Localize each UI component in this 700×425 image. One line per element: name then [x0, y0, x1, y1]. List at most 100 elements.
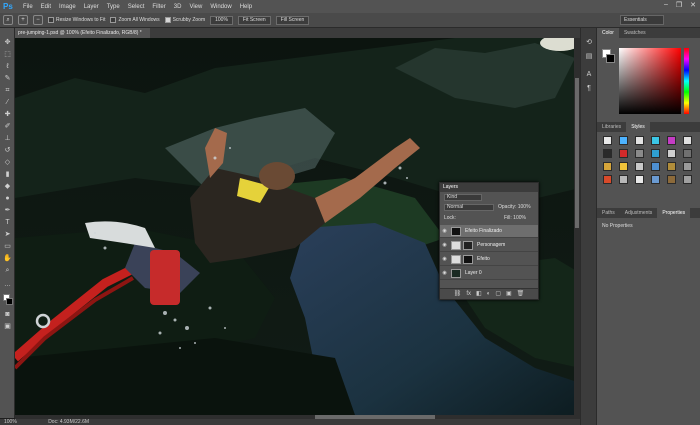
style-swatch[interactable]: [619, 136, 628, 145]
scroll-thumb[interactable]: [575, 78, 579, 228]
tab-color[interactable]: Color: [597, 28, 619, 38]
layer-row-efeito-finalizado[interactable]: ◉ Efeito Finalizado: [440, 225, 538, 238]
style-swatch[interactable]: [635, 149, 644, 158]
background-color-swatch[interactable]: [6, 298, 13, 305]
workspace-select[interactable]: Essentials: [620, 15, 664, 25]
link-layers-icon[interactable]: ⛓: [454, 289, 462, 299]
history-panel-icon[interactable]: ⟲: [584, 38, 594, 48]
eye-icon[interactable]: ◉: [440, 228, 449, 234]
background-color-swatch[interactable]: [606, 54, 615, 63]
more-tools-icon[interactable]: …: [3, 280, 12, 289]
zoom-tool-icon[interactable]: ⌕: [3, 266, 12, 275]
color-picker-field[interactable]: [619, 48, 681, 114]
tab-paths[interactable]: Paths: [597, 208, 620, 218]
layer-row-efeito[interactable]: ◉ Efeito: [440, 253, 538, 266]
style-swatch[interactable]: [651, 162, 660, 171]
menu-filter[interactable]: Filter: [152, 4, 165, 10]
style-swatch[interactable]: [651, 175, 660, 184]
menu-image[interactable]: Image: [59, 4, 76, 10]
marquee-tool-icon[interactable]: ⬚: [3, 50, 12, 59]
hand-tool-icon[interactable]: ✋: [3, 254, 12, 263]
fill-control[interactable]: Fill: 100%: [504, 214, 526, 223]
rectangle-tool-icon[interactable]: ▭: [3, 242, 12, 251]
style-swatch[interactable]: [651, 149, 660, 158]
style-swatch[interactable]: [683, 175, 692, 184]
character-panel-icon[interactable]: A: [584, 70, 594, 80]
style-swatch[interactable]: [603, 149, 612, 158]
checkbox-box[interactable]: [164, 17, 171, 23]
path-selection-tool-icon[interactable]: ➤: [3, 230, 12, 239]
style-swatch[interactable]: [635, 136, 644, 145]
fit-screen-button[interactable]: Fit Screen: [237, 15, 271, 25]
style-swatch[interactable]: [619, 149, 628, 158]
layer-row-personagem[interactable]: ◉ Personagem: [440, 239, 538, 252]
adjustment-layer-icon[interactable]: ◐: [487, 289, 491, 299]
clone-stamp-tool-icon[interactable]: ⊥: [3, 134, 12, 143]
type-tool-icon[interactable]: T: [3, 218, 12, 227]
style-swatch[interactable]: [667, 175, 676, 184]
document-tab[interactable]: pre-jumping-1.psd @ 100% (Efeito Finaliz…: [15, 28, 150, 38]
hue-slider[interactable]: [684, 48, 689, 114]
layer-style-icon[interactable]: fx: [466, 289, 471, 299]
eye-icon[interactable]: ◉: [440, 270, 449, 276]
style-swatch[interactable]: [683, 136, 692, 145]
eyedropper-tool-icon[interactable]: ⁄: [3, 98, 12, 107]
style-swatch[interactable]: [667, 136, 676, 145]
menu-help[interactable]: Help: [240, 4, 252, 10]
close-icon[interactable]: ✕: [690, 1, 696, 9]
style-swatch[interactable]: [635, 175, 644, 184]
paragraph-panel-icon[interactable]: ¶: [584, 84, 594, 94]
style-swatch[interactable]: [667, 162, 676, 171]
restore-icon[interactable]: ❐: [676, 1, 682, 9]
tab-swatches[interactable]: Swatches: [619, 28, 651, 38]
history-brush-tool-icon[interactable]: ↺: [3, 146, 12, 155]
checkbox-box[interactable]: [48, 17, 54, 23]
menu-layer[interactable]: Layer: [84, 4, 99, 10]
minimize-icon[interactable]: –: [664, 1, 668, 9]
style-swatch[interactable]: [603, 175, 612, 184]
new-group-icon[interactable]: ▢: [495, 289, 501, 299]
healing-brush-tool-icon[interactable]: ✚: [3, 110, 12, 119]
menu-select[interactable]: Select: [128, 4, 145, 10]
style-swatch[interactable]: [683, 162, 692, 171]
screen-mode-icon[interactable]: ▣: [3, 322, 12, 331]
style-swatch[interactable]: [619, 175, 628, 184]
tab-libraries[interactable]: Libraries: [597, 122, 626, 132]
gradient-tool-icon[interactable]: ▮: [3, 170, 12, 179]
opacity-value[interactable]: 100%: [518, 204, 531, 210]
style-swatch[interactable]: [635, 162, 644, 171]
menu-type[interactable]: Type: [107, 4, 120, 10]
quick-select-tool-icon[interactable]: ✎: [3, 74, 12, 83]
new-layer-icon[interactable]: ▣: [506, 289, 512, 299]
crop-tool-icon[interactable]: ⌗: [3, 86, 12, 95]
zoom-in-icon[interactable]: +: [18, 15, 28, 25]
tab-properties[interactable]: Properties: [657, 208, 691, 218]
style-swatch[interactable]: [603, 162, 612, 171]
fill-value[interactable]: 100%: [513, 215, 526, 221]
style-swatch[interactable]: [667, 149, 676, 158]
style-swatch[interactable]: [683, 149, 692, 158]
menu-view[interactable]: View: [189, 4, 202, 10]
menu-window[interactable]: Window: [210, 4, 231, 10]
style-swatch[interactable]: [603, 136, 612, 145]
move-tool-icon[interactable]: ✥: [3, 38, 12, 47]
brush-tool-icon[interactable]: ✐: [3, 122, 12, 131]
tab-adjustments[interactable]: Adjustments: [620, 208, 658, 218]
checkbox-box[interactable]: [110, 17, 117, 23]
style-swatch[interactable]: [619, 162, 628, 171]
menu-file[interactable]: File: [23, 4, 33, 10]
eye-icon[interactable]: ◉: [440, 242, 449, 248]
resize-windows-checkbox[interactable]: Resize Windows to Fit: [48, 17, 105, 23]
blend-mode-select[interactable]: Normal: [444, 204, 494, 211]
zoom-100-button[interactable]: 100%: [210, 15, 233, 25]
quick-mask-icon[interactable]: ◙: [3, 310, 12, 319]
pen-tool-icon[interactable]: ✒: [3, 206, 12, 215]
menu-3d[interactable]: 3D: [174, 4, 182, 10]
layer-filter-select[interactable]: Kind: [444, 194, 482, 201]
zoom-tool-icon[interactable]: ⌕: [3, 15, 13, 25]
trash-icon[interactable]: 🗑: [517, 289, 525, 299]
lasso-tool-icon[interactable]: ℓ: [3, 62, 12, 71]
fill-screen-button[interactable]: Fill Screen: [275, 15, 310, 25]
properties-panel-icon[interactable]: ▤: [584, 52, 594, 62]
zoom-all-windows-checkbox[interactable]: Zoom All Windows: [110, 17, 160, 23]
